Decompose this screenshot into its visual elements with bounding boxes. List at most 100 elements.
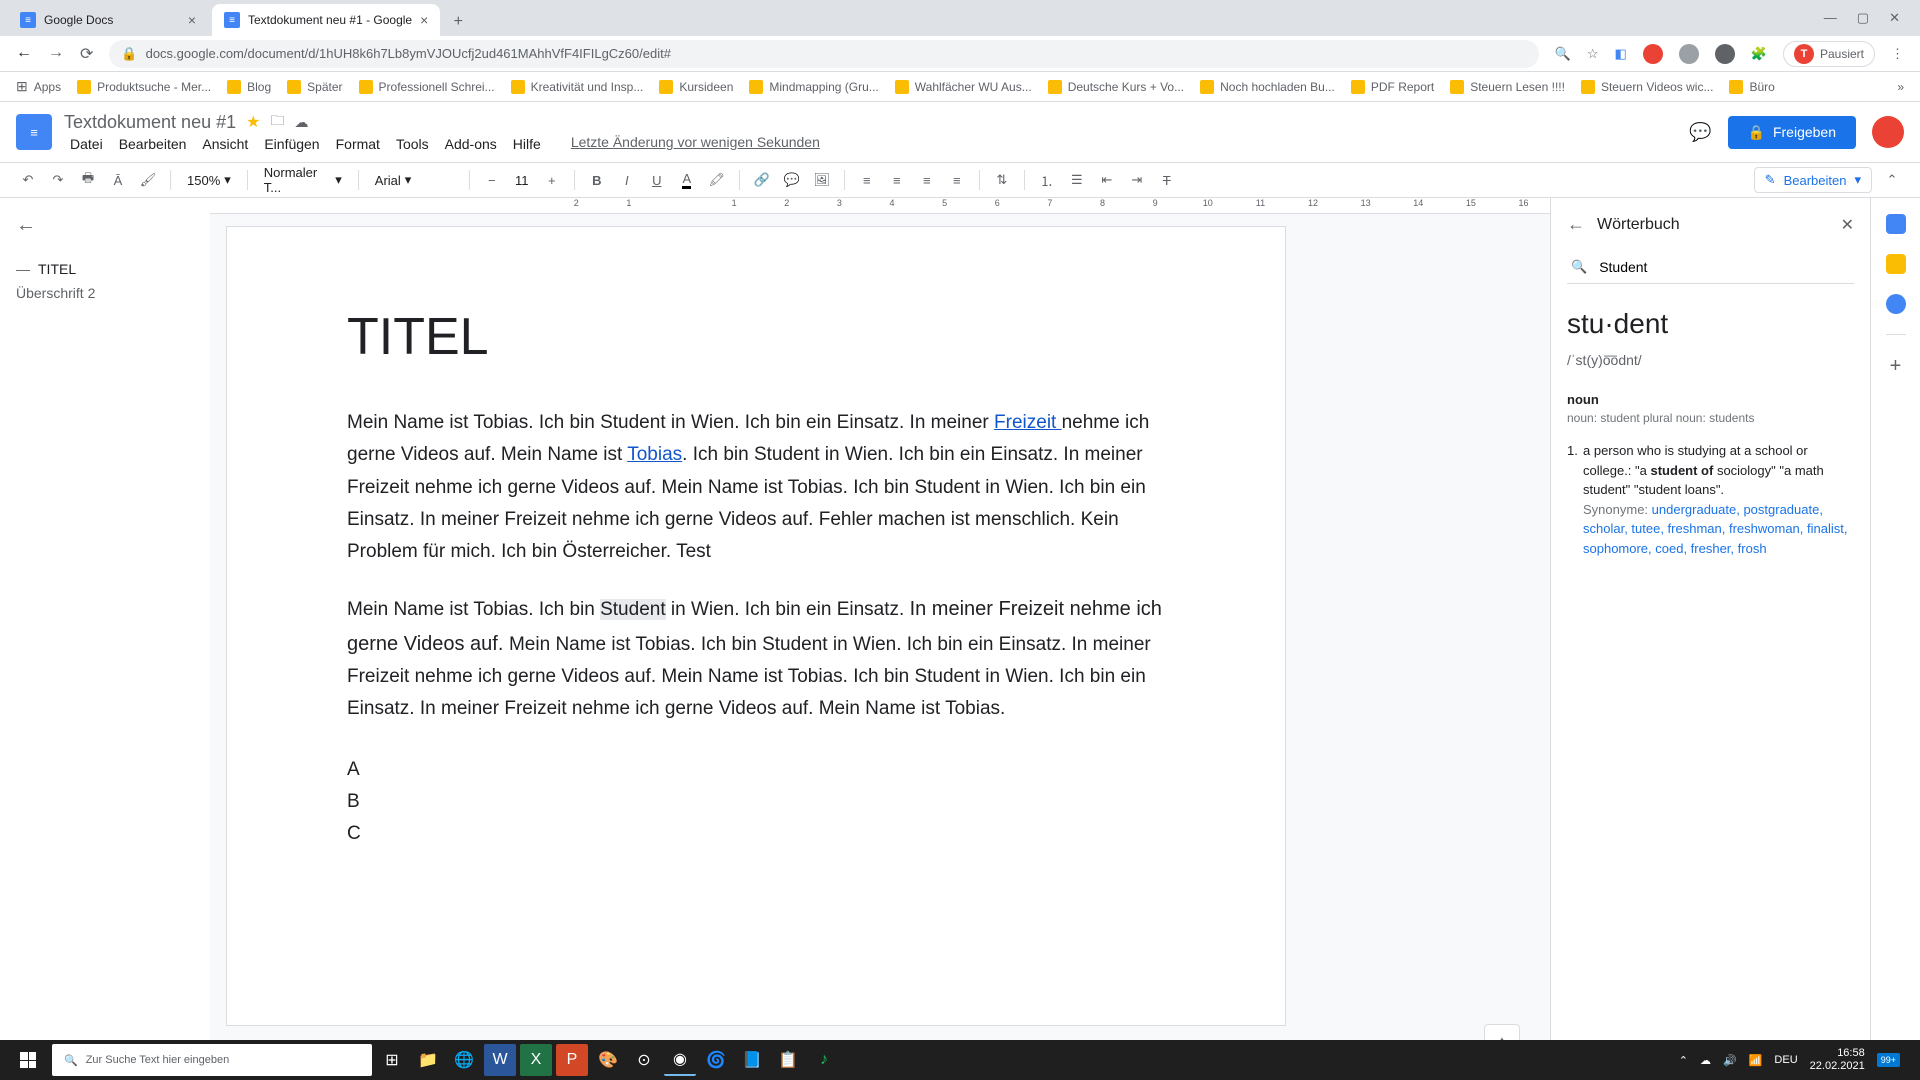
clear-format-icon[interactable]: T <box>1155 168 1179 192</box>
volume-icon[interactable]: 🔊 <box>1723 1054 1737 1067</box>
apps-bookmark[interactable]: ⊞Apps <box>16 78 61 95</box>
image-icon[interactable]: 🖼 <box>810 168 834 192</box>
document-page[interactable]: TITEL Mein Name ist Tobias. Ich bin Stud… <box>226 226 1286 1026</box>
text-color-icon[interactable]: A <box>675 168 699 192</box>
app-icon[interactable]: 🎨 <box>592 1044 624 1076</box>
paint-format-icon[interactable]: 🖌 <box>136 168 160 192</box>
wifi-icon[interactable]: 📶 <box>1749 1054 1763 1067</box>
highlight-icon[interactable]: 🖍 <box>705 168 729 192</box>
cloud-saved-icon[interactable]: ☁ <box>294 114 308 131</box>
close-icon[interactable]: ✕ <box>1841 215 1854 235</box>
back-icon[interactable]: ← <box>1567 214 1585 235</box>
app-icon[interactable]: 📘 <box>736 1044 768 1076</box>
bookmark-item[interactable]: Steuern Videos wic... <box>1581 80 1714 94</box>
menu-file[interactable]: Datei <box>64 134 109 154</box>
close-window-icon[interactable]: ✕ <box>1889 10 1900 26</box>
tasks-icon[interactable] <box>1886 294 1906 314</box>
link-tobias[interactable]: Tobias <box>627 444 682 465</box>
browser-tab-active[interactable]: ≡ Textdokument neu #1 - Google × <box>212 4 440 36</box>
underline-icon[interactable]: U <box>645 168 669 192</box>
menu-help[interactable]: Hilfe <box>507 134 547 154</box>
start-button[interactable] <box>8 1040 48 1080</box>
bookmark-item[interactable]: Deutsche Kurs + Vo... <box>1048 80 1184 94</box>
minimize-icon[interactable]: — <box>1824 10 1837 26</box>
undo-icon[interactable]: ↶ <box>16 168 40 192</box>
selected-text[interactable]: Student <box>600 599 666 620</box>
language-indicator[interactable]: DEU <box>1774 1054 1797 1066</box>
app-icon[interactable]: 📋 <box>772 1044 804 1076</box>
extension-icon[interactable] <box>1679 44 1699 64</box>
font-dropdown[interactable]: Arial▾ <box>369 170 459 190</box>
star-icon[interactable]: ★ <box>246 112 260 132</box>
outline-back-icon[interactable]: ← <box>16 214 194 237</box>
ruler[interactable]: 2112345678910111213141516 <box>210 198 1550 214</box>
link-freizeit[interactable]: Freizeit <box>994 412 1062 433</box>
word-icon[interactable]: W <box>484 1044 516 1076</box>
powerpoint-icon[interactable]: P <box>556 1044 588 1076</box>
decrease-indent-icon[interactable]: ⇤ <box>1095 168 1119 192</box>
browser-tab[interactable]: ≡ Google Docs × <box>8 4 208 36</box>
chrome-icon[interactable]: ◉ <box>664 1044 696 1076</box>
line-spacing-icon[interactable]: ⇅ <box>990 168 1014 192</box>
profile-paused-button[interactable]: T Pausiert <box>1783 41 1875 67</box>
bookmark-item[interactable]: Noch hochladen Bu... <box>1200 80 1335 94</box>
collapse-icon[interactable]: ⌃ <box>1880 168 1904 192</box>
extension-icon[interactable] <box>1715 44 1735 64</box>
outline-item[interactable]: Überschrift 2 <box>16 281 194 305</box>
bookmarks-overflow-icon[interactable]: » <box>1897 80 1904 94</box>
increase-indent-icon[interactable]: ⇥ <box>1125 168 1149 192</box>
reload-icon[interactable]: ⟳ <box>80 44 93 64</box>
spotify-icon[interactable]: ♪ <box>808 1044 840 1076</box>
dictionary-search[interactable]: 🔍 <box>1567 251 1854 284</box>
search-input[interactable] <box>1599 259 1850 275</box>
extensions-icon[interactable]: 🧩 <box>1751 46 1767 62</box>
bulleted-list-icon[interactable]: ☰ <box>1065 168 1089 192</box>
last-edit-label[interactable]: Letzte Änderung vor wenigen Sekunden <box>571 134 820 154</box>
menu-format[interactable]: Format <box>330 134 386 154</box>
obs-icon[interactable]: ⊙ <box>628 1044 660 1076</box>
bookmark-item[interactable]: Kreativität und Insp... <box>511 80 644 94</box>
menu-insert[interactable]: Einfügen <box>258 134 325 154</box>
star-icon[interactable]: ☆ <box>1587 46 1599 62</box>
zoom-dropdown[interactable]: 150%▾ <box>181 170 237 190</box>
maximize-icon[interactable]: ▢ <box>1857 10 1869 26</box>
bookmark-item[interactable]: Produktsuche - Mer... <box>77 80 211 94</box>
extension-icon[interactable]: ◧ <box>1614 46 1626 62</box>
font-size-input[interactable]: 11 <box>510 173 534 188</box>
tray-expand-icon[interactable]: ⌃ <box>1679 1054 1688 1067</box>
share-button[interactable]: 🔒 Freigeben <box>1728 116 1856 149</box>
close-icon[interactable]: × <box>188 12 196 28</box>
paragraph[interactable]: Mein Name ist Tobias. Ich bin Student in… <box>347 407 1165 568</box>
bookmark-item[interactable]: Büro <box>1729 80 1774 94</box>
onedrive-icon[interactable]: ☁ <box>1700 1054 1711 1067</box>
bookmark-item[interactable]: PDF Report <box>1351 80 1434 94</box>
menu-tools[interactable]: Tools <box>390 134 435 154</box>
taskbar-search[interactable]: 🔍 Zur Suche Text hier eingeben <box>52 1044 372 1076</box>
bookmark-item[interactable]: Kursideen <box>659 80 733 94</box>
editing-mode-button[interactable]: ✎ Bearbeiten ▾ <box>1754 167 1872 193</box>
document-title[interactable]: Textdokument neu #1 <box>64 112 236 133</box>
calendar-icon[interactable] <box>1886 214 1906 234</box>
align-right-icon[interactable]: ≡ <box>915 168 939 192</box>
list-item[interactable]: C <box>347 818 1165 850</box>
bookmark-item[interactable]: Mindmapping (Gru... <box>749 80 878 94</box>
list-item[interactable]: A <box>347 754 1165 786</box>
keep-icon[interactable] <box>1886 254 1906 274</box>
comments-icon[interactable]: 💬 <box>1689 122 1711 143</box>
notifications-icon[interactable]: 99+ <box>1877 1053 1900 1067</box>
url-input[interactable]: 🔒 docs.google.com/document/d/1hUH8k6h7Lb… <box>109 40 1538 68</box>
font-size-decrease[interactable]: − <box>480 168 504 192</box>
italic-icon[interactable]: I <box>615 168 639 192</box>
list[interactable]: A B C <box>347 754 1165 851</box>
link-icon[interactable]: 🔗 <box>750 168 774 192</box>
document-heading[interactable]: TITEL <box>347 307 1165 367</box>
clock[interactable]: 16:58 22.02.2021 <box>1810 1047 1865 1073</box>
bold-icon[interactable]: B <box>585 168 609 192</box>
menu-icon[interactable]: ⋮ <box>1891 46 1904 62</box>
add-icon[interactable]: + <box>1890 355 1902 378</box>
align-center-icon[interactable]: ≡ <box>885 168 909 192</box>
bookmark-item[interactable]: Später <box>287 80 342 94</box>
menu-addons[interactable]: Add-ons <box>439 134 503 154</box>
bookmark-item[interactable]: Blog <box>227 80 271 94</box>
docs-logo-icon[interactable]: ≡ <box>16 114 52 150</box>
